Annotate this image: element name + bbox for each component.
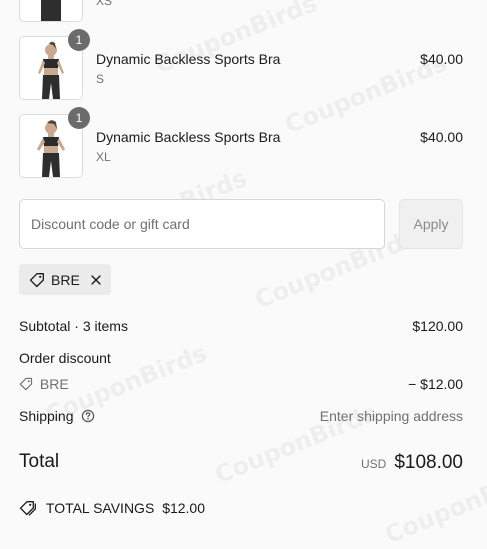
product-thumbnail [19, 0, 83, 22]
subtotal-row: Subtotal · 3 items $120.00 [19, 318, 463, 334]
order-discount-label: Order discount [19, 350, 111, 366]
discount-amount: − $12.00 [408, 376, 463, 392]
discount-code-input[interactable] [19, 199, 385, 249]
total-value: $108.00 [394, 452, 463, 473]
cart-item: 1 Dynamic Backless Sports Bra XL $40.00 [19, 107, 463, 178]
quantity-badge: 1 [68, 29, 90, 51]
discount-code-label: BRE [39, 376, 69, 392]
total-savings-row: TOTAL SAVINGS $12.00 [19, 500, 463, 519]
subtotal-label: Subtotal · 3 items [19, 318, 128, 334]
cart-item: 1 Dynamic Backless Sports Bra S $40.00 [19, 29, 463, 100]
shipping-value: Enter shipping address [319, 408, 463, 424]
applied-code-label: BRE [51, 271, 80, 288]
discount-code-row: BRE − $12.00 [19, 376, 463, 394]
item-name: Dynamic Backless Sports Bra [96, 51, 281, 67]
shipping-label: Shipping [19, 408, 74, 424]
total-row: Total USD $108.00 [19, 451, 463, 477]
item-variant: XS [96, 0, 113, 8]
tag-icon [19, 377, 33, 394]
shipping-row: Shipping Enter shipping address [19, 408, 463, 426]
item-variant: XL [96, 150, 111, 164]
savings-label: TOTAL SAVINGS [45, 500, 155, 516]
total-label: Total [19, 451, 60, 472]
close-icon[interactable] [90, 274, 102, 286]
savings-tag-icon [19, 500, 37, 519]
cart-item: XS [19, 0, 463, 22]
help-icon[interactable] [81, 409, 95, 426]
quantity-badge: 1 [68, 107, 90, 129]
item-price: $40.00 [420, 51, 463, 67]
product-thumbnail: 1 [19, 29, 90, 100]
tag-icon [29, 272, 45, 288]
savings-value: $12.00 [162, 500, 206, 516]
applied-discount-chip: BRE [19, 264, 111, 295]
subtotal-value: $120.00 [412, 318, 463, 334]
item-price: $40.00 [420, 129, 463, 145]
item-name: Dynamic Backless Sports Bra [96, 129, 281, 145]
product-thumbnail: 1 [19, 107, 90, 178]
order-discount-row: Order discount [19, 350, 463, 366]
currency-code: USD [360, 457, 387, 471]
apply-button[interactable]: Apply [399, 199, 463, 249]
item-variant: S [96, 72, 105, 86]
